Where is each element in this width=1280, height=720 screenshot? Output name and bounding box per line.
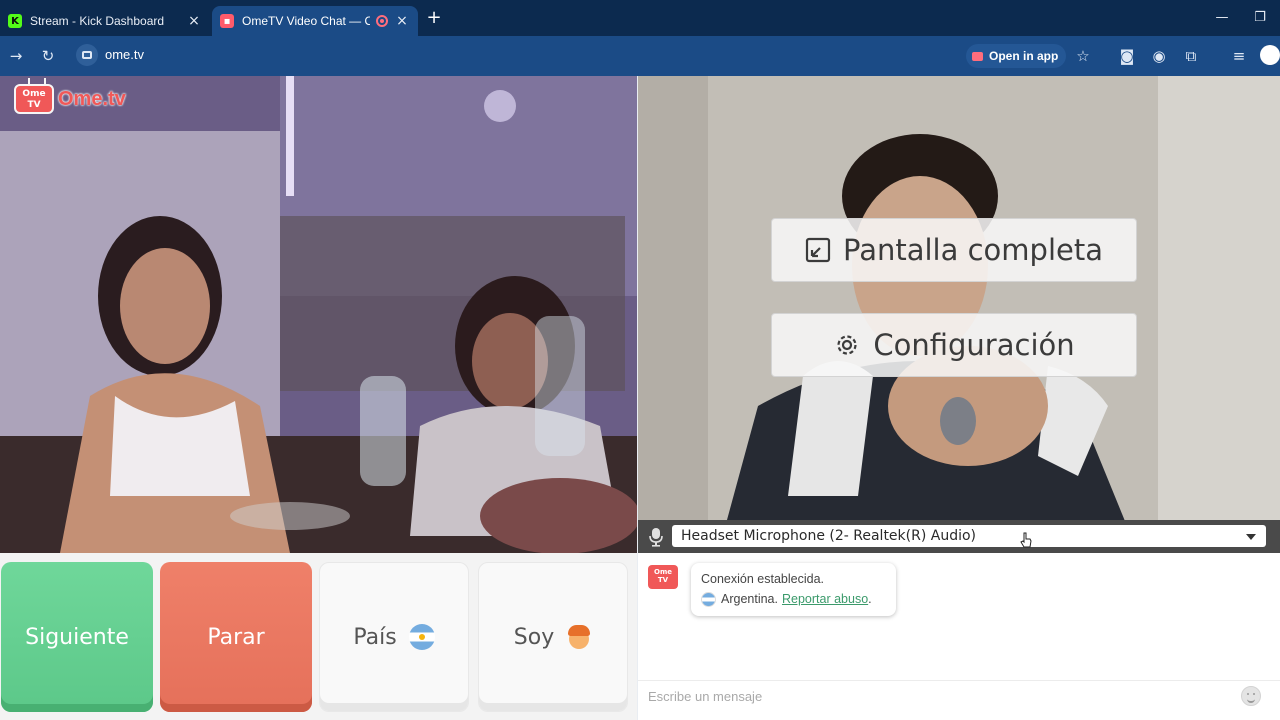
message-input[interactable]: Escribe un mensaje xyxy=(648,687,1228,707)
boy-face-icon xyxy=(566,624,592,650)
fullscreen-icon xyxy=(805,237,831,263)
system-message: Conexión establecida. Argentina. Reporta… xyxy=(691,563,896,616)
chat-divider xyxy=(638,680,1280,681)
stranger-video: Ome TV Ome.tv xyxy=(0,76,637,553)
argentina-flag-icon xyxy=(408,624,435,650)
next-button[interactable]: Siguiente xyxy=(1,562,153,712)
gender-button[interactable]: Soy xyxy=(478,562,628,712)
browser-toolbar: → ↻ ome.tv Open in app ☆ ◙ ◉ ⧉ ≡ xyxy=(0,36,1280,76)
country-name: Argentina. xyxy=(721,592,778,606)
browser-tabbar: K Stream - Kick Dashboard × ▪ OmeTV Vide… xyxy=(0,0,1280,36)
tab-title: OmeTV Video Chat — Ome xyxy=(242,14,370,28)
fullscreen-label: Pantalla completa xyxy=(843,233,1103,267)
ometv-icon: ▪ xyxy=(220,14,234,28)
microphone-select-value: Headset Microphone (2- Realtek(R) Audio) xyxy=(681,528,977,544)
country-message: Argentina. Reportar abuso . xyxy=(701,589,886,609)
country-label: País xyxy=(353,624,397,650)
ometv-brand-text: Ome.tv xyxy=(58,87,126,110)
stranger-video-scene xyxy=(0,76,637,553)
close-icon[interactable]: × xyxy=(186,13,202,29)
emoji-icon[interactable] xyxy=(1241,686,1261,706)
address-bar-url[interactable]: ome.tv xyxy=(105,47,144,62)
restore-button[interactable]: ❐ xyxy=(1250,8,1270,28)
chat-panel: Ome TV Conexión establecida. Argentina. … xyxy=(638,553,1280,720)
stop-button[interactable]: Parar xyxy=(160,562,312,712)
connection-message: Conexión establecida. xyxy=(701,572,824,586)
report-abuse-link[interactable]: Reportar abuso xyxy=(782,589,868,609)
ometv-tv-icon: Ome TV xyxy=(14,84,54,114)
report-suffix: . xyxy=(868,592,872,606)
forward-icon[interactable]: → xyxy=(6,46,26,66)
chat-controls: Siguiente Parar País Soy xyxy=(0,553,637,720)
stop-label: Parar xyxy=(207,624,265,650)
settings-label: Configuración xyxy=(873,328,1075,362)
gender-label: Soy xyxy=(513,624,555,650)
fullscreen-button[interactable]: Pantalla completa xyxy=(771,218,1137,282)
close-icon[interactable]: × xyxy=(394,13,410,29)
ometv-chat-logo-icon: Ome TV xyxy=(648,565,678,589)
extension-record-icon[interactable]: ◉ xyxy=(1149,46,1169,66)
extension-incognito-icon[interactable]: ◙ xyxy=(1117,46,1137,66)
minimize-button[interactable]: — xyxy=(1212,8,1232,28)
media-controls-icon[interactable]: ≡ xyxy=(1229,46,1249,66)
gear-icon xyxy=(833,331,861,359)
settings-button[interactable]: Configuración xyxy=(771,313,1137,377)
microphone-select[interactable]: Headset Microphone (2- Realtek(R) Audio) xyxy=(672,525,1266,547)
profile-avatar[interactable] xyxy=(1260,45,1280,65)
app-icon xyxy=(972,51,983,61)
recording-icon xyxy=(376,15,388,27)
bookmark-star-icon[interactable]: ☆ xyxy=(1073,46,1093,66)
open-in-app-button[interactable]: Open in app xyxy=(966,44,1067,68)
extensions-puzzle-icon[interactable]: ⧉ xyxy=(1181,46,1201,66)
microphone-icon xyxy=(649,528,663,547)
tab-kick-dashboard[interactable]: K Stream - Kick Dashboard × xyxy=(0,6,210,36)
reload-icon[interactable]: ↻ xyxy=(38,46,58,66)
tab-ometv[interactable]: ▪ OmeTV Video Chat — Ome × xyxy=(212,6,418,36)
country-button[interactable]: País xyxy=(319,562,469,712)
tab-title: Stream - Kick Dashboard xyxy=(30,14,165,28)
open-in-app-label: Open in app xyxy=(989,49,1059,63)
site-info-icon[interactable] xyxy=(76,44,98,66)
next-label: Siguiente xyxy=(25,624,129,650)
chevron-down-icon xyxy=(1246,534,1256,540)
hand-cursor-icon xyxy=(1020,532,1032,548)
argentina-flag-icon xyxy=(701,591,716,607)
kick-icon: K xyxy=(8,14,22,28)
microphone-bar: Headset Microphone (2- Realtek(R) Audio) xyxy=(638,520,1280,553)
ometv-logo: Ome TV Ome.tv xyxy=(14,84,126,114)
new-tab-button[interactable]: + xyxy=(424,8,444,28)
